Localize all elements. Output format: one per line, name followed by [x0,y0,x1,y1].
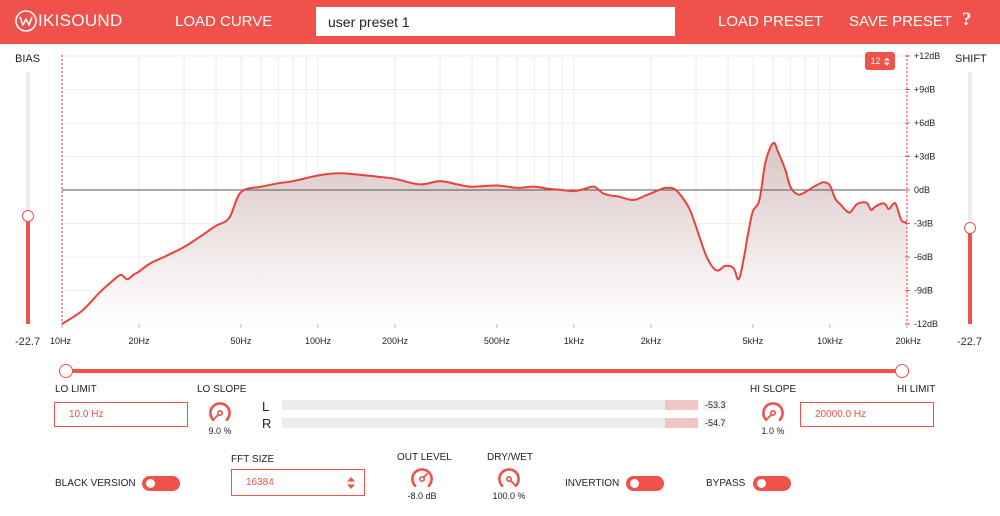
lo-limit-field[interactable]: 10.0 Hz [54,402,188,427]
lo-limit-label: LO LIMIT [55,384,97,395]
out-level-value: -8.0 dB [407,491,437,501]
meter-left-peak [665,400,698,410]
bypass-toggle[interactable] [753,476,791,491]
updown-arrows-icon [347,477,355,489]
db-label: -9dB [914,286,933,296]
meter-right-peak [665,418,698,428]
db-label: +3dB [914,152,935,162]
meter-right-value: -54.7 [703,418,728,428]
freq-label: 100Hz [305,336,332,346]
black-version-toggle[interactable] [142,476,180,491]
hi-slope-value: 1.0 % [761,426,785,436]
db-label: -6dB [914,252,933,262]
hi-limit-field[interactable]: 20000.0 Hz [800,402,934,427]
fft-size-value: 16384 [246,477,274,488]
black-version-label: BLACK VERSION [55,478,136,489]
frequency-range-slider[interactable] [66,369,902,373]
freq-label: 10Hz [50,336,72,346]
out-level-label: OUT LEVEL [397,452,452,463]
db-label: -3dB [914,219,933,229]
resolution-value: 12 [870,56,881,66]
lo-slope-label: LO SLOPE [197,384,247,395]
hi-slope-label: HI SLOPE [750,384,797,395]
dry-wet-label: DRY/WET [487,452,533,463]
db-label: 0dB [914,185,930,195]
hi-slope-knob-icon[interactable] [761,401,785,425]
hi-limit-thumb[interactable] [895,364,909,378]
meter-right-label: R [262,416,272,431]
freq-label: 200Hz [382,336,409,346]
fft-size-select[interactable]: 16384 [231,469,365,496]
hi-limit-value: 20000.0 Hz [815,409,867,420]
freq-label: 20Hz [129,336,151,346]
freq-label: 1kHz [564,336,585,346]
freq-label: 500Hz [484,336,511,346]
db-label: -12dB [914,319,938,329]
toggle-knob [757,479,766,488]
toggle-knob [630,479,639,488]
invertion-toggle[interactable] [626,476,664,491]
hi-limit-label: HI LIMIT [897,384,936,395]
bypass-label: BYPASS [706,478,746,489]
fft-size-label: FFT SIZE [231,454,275,465]
frequency-axis: 10Hz 20Hz 50Hz 100Hz 200Hz 500Hz 1kHz 2kHz 5kHz 1… [50,324,921,346]
db-label: +9dB [914,85,935,95]
resolution-select[interactable]: 12 [865,52,895,70]
freq-label: 2kHz [641,336,662,346]
meter-right-track [282,418,698,428]
freq-label: 10kHz [817,336,843,346]
invertion-label: INVERTION [565,478,620,489]
db-axis: +12dB +9dB +6dB +3dB 0dB -3dB -6dB -9dB -12dB [905,51,940,329]
meter-left-value: -53.3 [703,400,728,410]
lo-limit-thumb[interactable] [59,364,73,378]
dry-wet-value: 100.0 % [492,491,526,501]
toggle-knob [146,479,155,488]
lo-slope-knob-icon[interactable] [208,401,232,425]
db-label: +6dB [914,118,935,128]
meter-left-track [282,400,698,410]
db-label: +12dB [914,51,940,61]
meter-left-label: L [262,399,270,414]
freq-label: 50Hz [230,336,252,346]
freq-label: 20kHz [895,336,921,346]
frequency-response-graph[interactable]: +12dB +9dB +6dB +3dB 0dB -3dB -6dB -9dB -12dB 10… [0,0,1000,360]
response-area-fill [62,142,907,324]
lo-slope-value: 9.0 % [208,426,232,436]
updown-arrows-icon [883,57,890,65]
out-level-knob-icon[interactable] [410,467,434,491]
lo-limit-value: 10.0 Hz [69,409,104,420]
freq-label: 5kHz [743,336,764,346]
dry-wet-knob-icon[interactable] [497,467,521,491]
